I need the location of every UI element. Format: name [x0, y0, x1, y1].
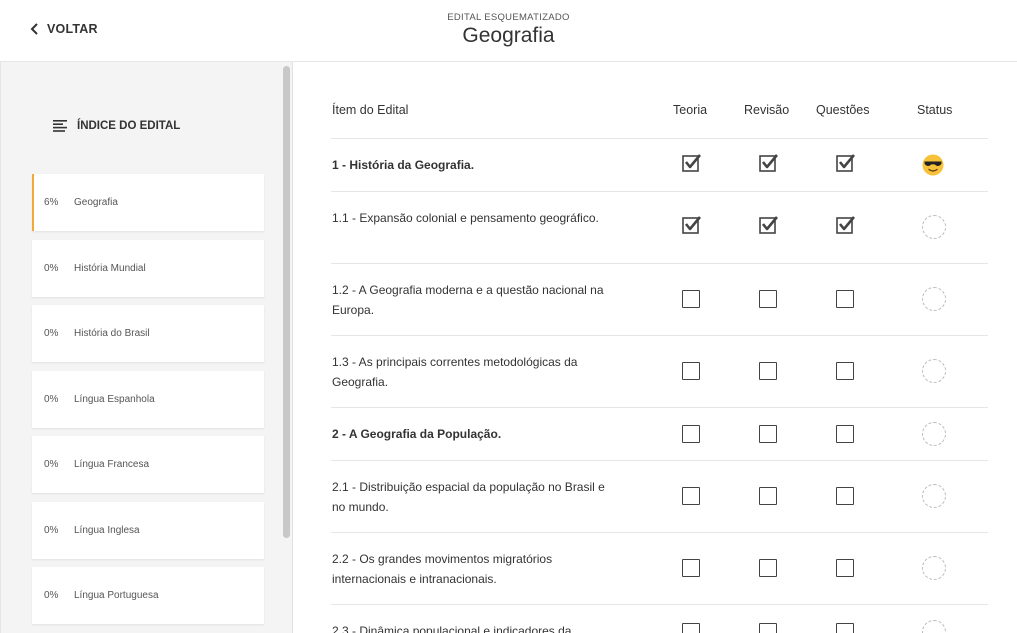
column-header-item: Ítem do Edital [332, 103, 409, 117]
sidebar-item-label: História Mundial [74, 262, 146, 274]
sidebar: ÍNDICE DO EDITAL 6% Geografia 0% História M… [0, 62, 293, 633]
sidebar-item-label: História do Brasil [74, 328, 150, 339]
sidebar-item-label: Língua Francesa [74, 459, 150, 470]
checkbox-questoes[interactable] [836, 487, 854, 505]
row-label: 2 - A Geografia da População. [332, 427, 502, 441]
sidebar-item-percent: 6% [44, 197, 59, 208]
table-body: 1 - História da Geografia. 1.1 - Expansão… [331, 139, 988, 633]
table-row: 1 - História da Geografia. [331, 139, 988, 192]
status-empty-circle [922, 287, 946, 311]
sidebar-item-label: Língua Portuguesa [74, 590, 159, 601]
sidebar-item-percent: 0% [44, 262, 59, 274]
checkbox-questoes-checked[interactable] [836, 153, 856, 173]
subject-list: 6% Geografia 0% História Mundial 0% História … [32, 174, 264, 633]
checkbox-questoes[interactable] [836, 362, 854, 380]
sidebar-item-l-ngua-portuguesa[interactable]: 0% Língua Portuguesa [32, 567, 264, 624]
index-header: ÍNDICE DO EDITAL [53, 120, 180, 132]
sidebar-item-hist-ria-do-brasil[interactable]: 0% História do Brasil [32, 305, 264, 362]
sidebar-item-l-ngua-francesa[interactable]: 0% Língua Francesa [32, 436, 264, 493]
sidebar-item-geografia[interactable]: 6% Geografia [32, 174, 264, 231]
checkbox-revisao[interactable] [759, 290, 777, 308]
sidebar-item-l-ngua-espanhola[interactable]: 0% Língua Espanhola [32, 370, 264, 428]
list-icon [53, 120, 67, 132]
checkbox-revisao[interactable] [759, 623, 777, 633]
checkbox-teoria[interactable] [682, 487, 700, 505]
checkbox-teoria-checked[interactable] [682, 215, 702, 235]
table-row: 1.1 - Expansão colonial e pensamento geo… [331, 192, 988, 264]
title-block: EDITAL ESQUEMATIZADO Geografia [0, 12, 1017, 48]
checkbox-questoes[interactable] [836, 425, 854, 443]
checkbox-revisao[interactable] [759, 487, 777, 505]
top-bar: VOLTAR EDITAL ESQUEMATIZADO Geografia [0, 0, 1017, 62]
row-label: 2.2 - Os grandes movimentos migratórios … [332, 552, 553, 586]
column-header-status: Status [917, 103, 953, 117]
row-label: 1.1 - Expansão colonial e pensamento geo… [332, 211, 599, 225]
table-row: 2.2 - Os grandes movimentos migratórios … [331, 533, 988, 605]
checkbox-revisao-checked[interactable] [759, 153, 779, 173]
checkbox-revisao-checked[interactable] [759, 215, 779, 235]
sidebar-item-percent: 0% [44, 393, 59, 405]
page-subtitle: EDITAL ESQUEMATIZADO [447, 12, 570, 23]
checkbox-revisao[interactable] [759, 362, 777, 380]
index-title: ÍNDICE DO EDITAL [77, 120, 181, 132]
row-label: 1.2 - A Geografia moderna e a questão na… [332, 283, 604, 317]
sidebar-item-percent: 0% [44, 590, 59, 601]
sidebar-item-percent: 0% [44, 328, 59, 339]
column-header-questoes: Questões [816, 103, 870, 117]
table-row: 1.2 - A Geografia moderna e a questão na… [331, 264, 988, 336]
sidebar-item-label: Língua Espanhola [74, 393, 155, 405]
status-empty-circle [922, 359, 946, 383]
table-row: 1.3 - As principais correntes metodológi… [331, 336, 988, 408]
table-row: 2.1 - Distribuição espacial da população… [331, 461, 988, 533]
checkbox-teoria[interactable] [682, 559, 700, 577]
edital-table: Ítem do Edital Teoria Revisão Questões S… [331, 62, 988, 633]
row-label: 1 - História da Geografia. [332, 158, 475, 172]
table-row: 2.3 - Dinâmica populacional e indicadore… [331, 605, 988, 633]
column-header-revisao: Revisão [744, 103, 790, 117]
sidebar-item-l-ngua-inglesa[interactable]: 0% Língua Inglesa [32, 501, 264, 559]
sidebar-item-percent: 0% [44, 524, 59, 536]
sunglasses-emoji-icon [922, 154, 944, 176]
checkbox-teoria-checked[interactable] [682, 153, 702, 173]
page-title: Geografia [462, 24, 555, 47]
status-empty-circle [922, 422, 946, 446]
checkbox-teoria[interactable] [682, 290, 700, 308]
row-label: 2.3 - Dinâmica populacional e indicadore… [332, 624, 572, 633]
checkbox-teoria[interactable] [682, 623, 700, 633]
row-label: 1.3 - As principais correntes metodológi… [332, 355, 578, 389]
sidebar-item-percent: 0% [44, 459, 59, 470]
row-label: 2.1 - Distribuição espacial da população… [332, 480, 605, 514]
status-empty-circle [922, 556, 946, 580]
status-empty-circle [922, 484, 946, 508]
sidebar-item-label: Língua Inglesa [74, 524, 140, 536]
checkbox-questoes[interactable] [836, 559, 854, 577]
checkbox-questoes[interactable] [836, 623, 854, 633]
sidebar-item-hist-ria-mundial[interactable]: 0% História Mundial [32, 239, 264, 297]
status-empty-circle [922, 620, 946, 633]
checkbox-revisao[interactable] [759, 559, 777, 577]
checkbox-questoes-checked[interactable] [836, 215, 856, 235]
checkbox-revisao[interactable] [759, 425, 777, 443]
checkbox-teoria[interactable] [682, 425, 700, 443]
sidebar-scrollbar[interactable] [283, 66, 290, 538]
checkbox-teoria[interactable] [682, 362, 700, 380]
table-row: 2 - A Geografia da População. [331, 408, 988, 461]
table-header: Ítem do Edital Teoria Revisão Questões S… [331, 62, 988, 139]
column-header-teoria: Teoria [673, 103, 708, 117]
sidebar-item-label: Geografia [74, 197, 118, 208]
checkbox-questoes[interactable] [836, 290, 854, 308]
status-empty-circle [922, 215, 946, 239]
main-content: Ítem do Edital Teoria Revisão Questões S… [294, 62, 1017, 633]
